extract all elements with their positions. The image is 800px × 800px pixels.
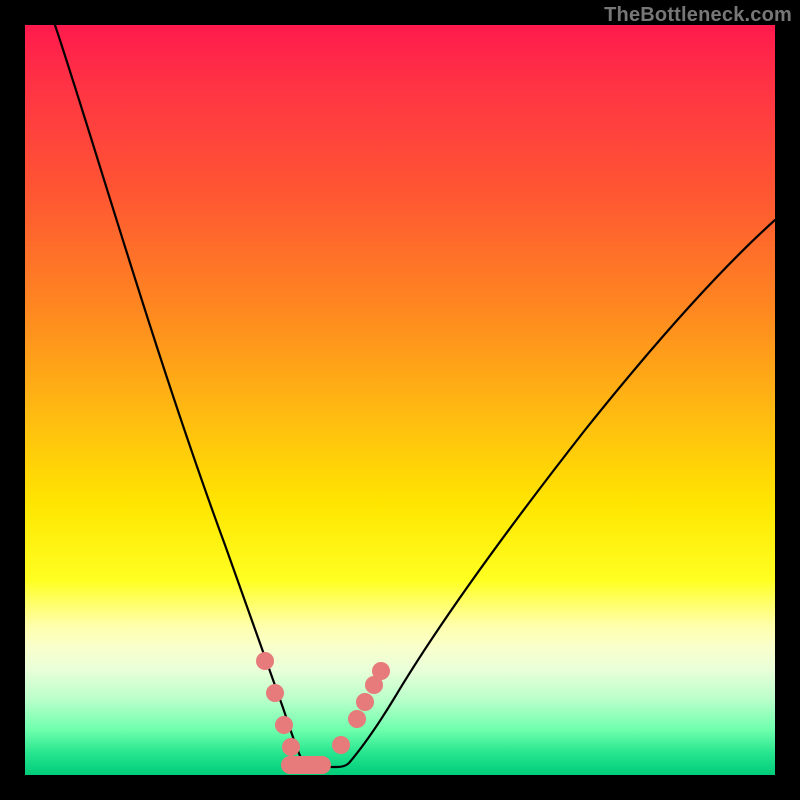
plot-area [25,25,775,775]
chart-frame: TheBottleneck.com [0,0,800,800]
marker-left-4 [282,738,300,756]
marker-right-1 [332,736,350,754]
marker-left-3 [275,716,293,734]
marker-right-2 [348,710,366,728]
optimal-range-marker [281,756,331,774]
watermark-text: TheBottleneck.com [604,4,792,27]
marker-left-1 [256,652,274,670]
marker-right-3 [356,693,374,711]
marker-right-5 [372,662,390,680]
marker-left-2 [266,684,284,702]
bottleneck-curve [55,25,775,767]
curve-overlay [25,25,775,775]
